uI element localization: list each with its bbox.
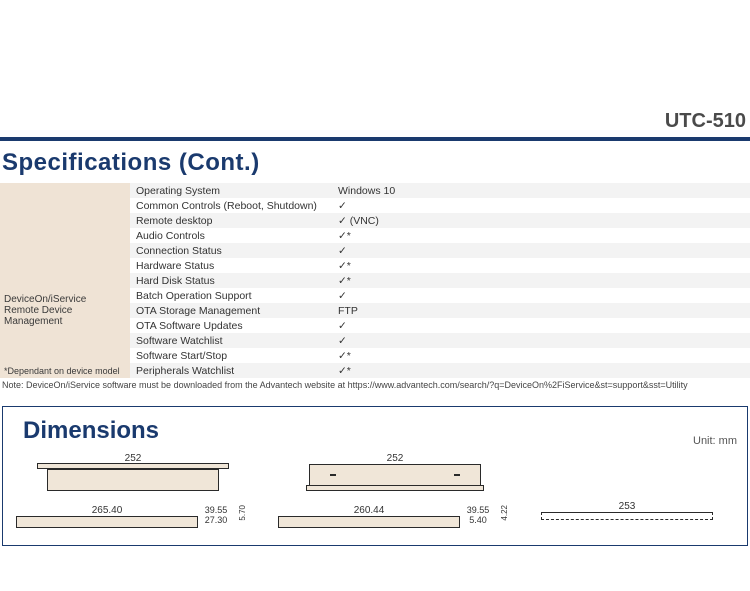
spec-value: ✓*: [332, 273, 750, 288]
specs-table: Operating SystemWindows 10 Common Contro…: [130, 183, 750, 378]
table-row: Connection Status✓: [130, 243, 750, 258]
table-row: Peripherals Watchlist✓*: [130, 363, 750, 378]
dim-value: 252: [387, 453, 404, 464]
drawing-col-1: 252 265.40 39.55 27.30 5.70: [17, 453, 249, 528]
dim-value: 4.22: [500, 505, 509, 521]
spec-value: ✓*: [332, 348, 750, 363]
table-row: Hard Disk Status✓*: [130, 273, 750, 288]
spec-value: Windows 10: [332, 183, 750, 198]
spec-value: ✓: [332, 318, 750, 333]
spec-value: ✓*: [332, 363, 750, 378]
spec-key: Common Controls (Reboot, Shutdown): [130, 198, 332, 213]
dim-value: 39.55: [205, 505, 228, 515]
drawing-shape: [278, 516, 460, 528]
specs-table-wrap: DeviceOn/iService Remote Device Manageme…: [0, 183, 750, 378]
model-number: UTC-510: [0, 0, 750, 137]
table-row: Operating SystemWindows 10: [130, 183, 750, 198]
table-row: Common Controls (Reboot, Shutdown)✓: [130, 198, 750, 213]
spec-key: Hardware Status: [130, 258, 332, 273]
table-row: Remote desktop✓ (VNC): [130, 213, 750, 228]
spec-key: Hard Disk Status: [130, 273, 332, 288]
specs-category-line1: DeviceOn/iService: [4, 294, 126, 305]
spec-key: Remote desktop: [130, 213, 332, 228]
table-row: OTA Software Updates✓: [130, 318, 750, 333]
spec-key: Audio Controls: [130, 228, 332, 243]
specs-category-line2: Remote Device Management: [4, 305, 126, 327]
dim-value: 39.55: [467, 505, 490, 515]
spec-value: ✓: [332, 288, 750, 303]
spec-key: Connection Status: [130, 243, 332, 258]
dim-value: 5.40: [469, 515, 487, 525]
spec-value: ✓ (VNC): [332, 213, 750, 228]
dimensions-unit: Unit: mm: [693, 435, 737, 447]
table-row: Audio Controls✓*: [130, 228, 750, 243]
spec-value: ✓*: [332, 228, 750, 243]
spec-key: Batch Operation Support: [130, 288, 332, 303]
specs-category-cell: DeviceOn/iService Remote Device Manageme…: [0, 183, 130, 378]
drawing-shape: [309, 464, 481, 486]
specs-category-footnote: *Dependant on device model: [4, 366, 120, 376]
specs-note: Note: DeviceOn/iService software must be…: [2, 380, 750, 390]
drawing-shape: [541, 512, 713, 520]
dimensions-box: Dimensions Unit: mm 252 265.40 39.55 27.…: [2, 406, 748, 546]
dim-value: 5.70: [238, 505, 247, 521]
table-row: Software Watchlist✓: [130, 333, 750, 348]
spec-value: FTP: [332, 303, 750, 318]
dimensions-title: Dimensions: [23, 417, 159, 445]
spec-key: Software Start/Stop: [130, 348, 332, 363]
drawing-col-2: 252 260.44 39.55 5.40 4.22: [279, 453, 511, 528]
header-rule: [0, 137, 750, 141]
spec-key: OTA Storage Management: [130, 303, 332, 318]
spec-value: ✓: [332, 198, 750, 213]
spec-key: Peripherals Watchlist: [130, 363, 332, 378]
table-row: Hardware Status✓*: [130, 258, 750, 273]
dim-value: 253: [619, 501, 636, 512]
spec-value: ✓: [332, 243, 750, 258]
spec-key: OTA Software Updates: [130, 318, 332, 333]
spec-key: Software Watchlist: [130, 333, 332, 348]
dimensions-drawings: 252 265.40 39.55 27.30 5.70 252: [13, 447, 737, 528]
table-row: Software Start/Stop✓*: [130, 348, 750, 363]
spec-value: ✓*: [332, 258, 750, 273]
spec-value: ✓: [332, 333, 750, 348]
drawing-col-3: 253: [541, 501, 713, 520]
table-row: OTA Storage ManagementFTP: [130, 303, 750, 318]
dim-value: 260.44: [354, 505, 385, 516]
drawing-shape: [47, 469, 219, 491]
dim-value: 27.30: [205, 515, 228, 525]
dim-value: 265.40: [92, 505, 123, 516]
drawing-shape: [16, 516, 198, 528]
specs-title: Specifications (Cont.): [2, 149, 750, 177]
table-row: Batch Operation Support✓: [130, 288, 750, 303]
spec-key: Operating System: [130, 183, 332, 198]
